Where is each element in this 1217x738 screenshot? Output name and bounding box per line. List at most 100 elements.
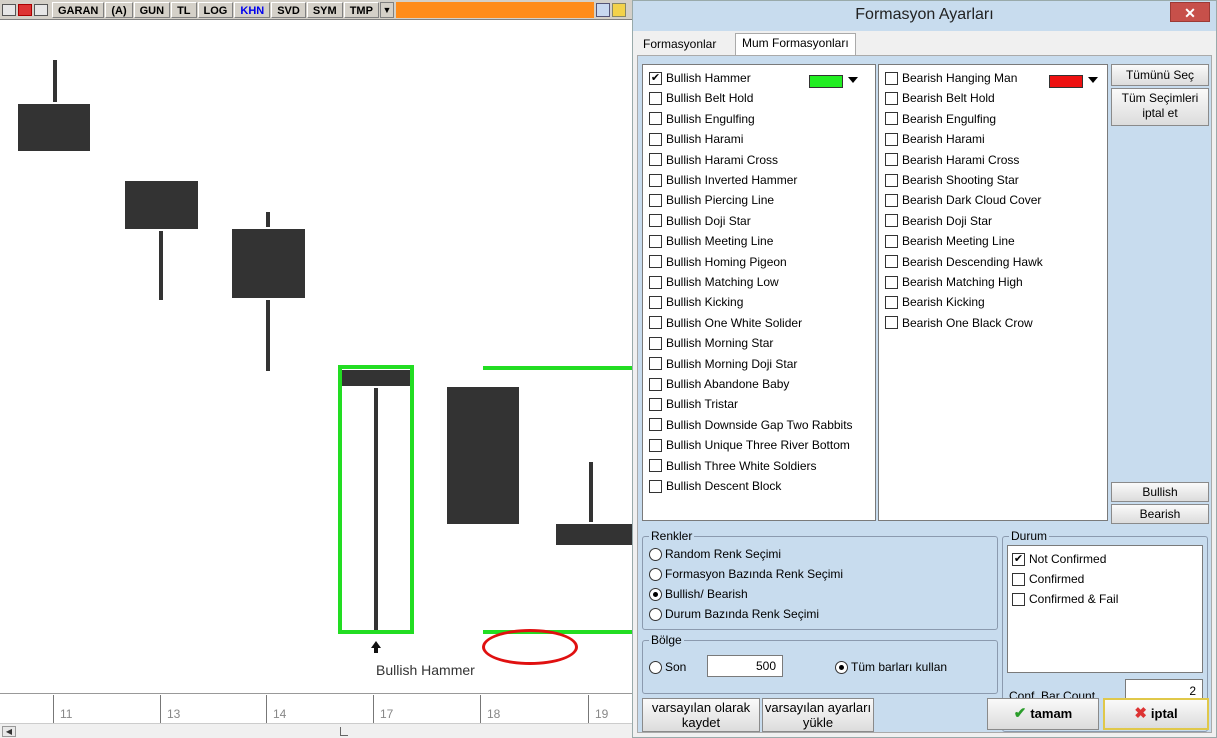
pattern-checkbox-item[interactable]: Bearish Dark Cloud Cover [885,191,1041,209]
toolbar-item-log[interactable]: LOG [197,1,234,18]
pattern-checkbox-item[interactable]: Bullish Unique Three River Bottom [649,436,850,454]
pattern-checkbox-item[interactable]: Bullish Kicking [649,293,743,311]
checkbox[interactable] [885,193,898,207]
checkbox[interactable] [885,316,898,330]
checkbox[interactable] [649,193,662,207]
symbol-button[interactable]: GARAN [52,1,105,18]
son-radio[interactable]: Son [649,658,686,676]
horizontal-scrollbar[interactable]: ◀ [0,723,632,738]
status-checkbox-item[interactable]: Not Confirmed [1012,550,1106,568]
checkbox[interactable] [649,377,662,391]
checkbox[interactable] [649,336,662,350]
pattern-checkbox-item[interactable]: Bearish Harami [885,130,985,148]
pattern-checkbox-item[interactable]: Bullish Downside Gap Two Rabbits [649,416,853,434]
pattern-checkbox-item[interactable]: Bullish Three White Soldiers [649,457,817,475]
toolbar-item-period[interactable]: GUN [133,1,171,18]
checkbox[interactable] [885,91,898,105]
pattern-checkbox-item[interactable]: Bullish Belt Hold [649,89,753,107]
toolbar-item-khn[interactable]: KHN [234,1,271,18]
dialog-titlebar[interactable]: Formasyon Ayarları ✕ [633,1,1216,31]
pattern-checkbox-item[interactable]: Bearish Engulfing [885,110,996,128]
checkbox[interactable] [885,112,898,126]
pattern-checkbox-item[interactable]: Bullish Tristar [649,395,738,413]
pattern-checkbox-item[interactable]: Bullish Meeting Line [649,232,773,250]
color-mode-radio[interactable]: Durum Bazında Renk Seçimi [649,605,819,623]
pattern-checkbox-item[interactable]: Bullish Inverted Hammer [649,171,797,189]
checkbox[interactable] [649,275,662,289]
save-defaults-button[interactable]: varsayılan olarak kaydet [642,698,760,732]
use-all-radio-button[interactable] [835,660,848,674]
pattern-checkbox-item[interactable]: Bearish Matching High [885,273,1023,291]
bearish-button[interactable]: Bearish [1111,504,1209,524]
pattern-checkbox-item[interactable]: Bullish Hammer [649,69,751,87]
checkbox[interactable] [885,71,898,85]
checkbox[interactable] [649,91,662,105]
pattern-checkbox-item[interactable]: Bullish Descent Block [649,477,781,495]
checkbox[interactable] [1012,592,1025,606]
checkbox[interactable] [1012,572,1025,586]
cancel-button[interactable]: ✖ iptal [1103,698,1209,730]
pattern-checkbox-item[interactable]: Bearish Doji Star [885,212,992,230]
pattern-checkbox-item[interactable]: Bearish One Black Crow [885,314,1033,332]
checkbox[interactable] [649,255,662,269]
status-checkbox-item[interactable]: Confirmed & Fail [1012,590,1118,608]
color-swatch[interactable] [1049,75,1083,88]
toolbar-item-sym[interactable]: SYM [306,1,343,18]
checkbox[interactable] [649,234,662,248]
checkbox[interactable] [885,234,898,248]
pattern-checkbox-item[interactable]: Bullish Engulfing [649,110,755,128]
deselect-all-button[interactable]: Tüm Seçimleri iptal et [1111,88,1209,126]
pattern-checkbox-item[interactable]: Bullish Doji Star [649,212,751,230]
status-list[interactable]: Not Confirmed Confirmed Confirmed & Fail [1007,545,1203,673]
pattern-checkbox-item[interactable]: Bearish Harami Cross [885,151,1019,169]
checkbox[interactable] [649,71,662,85]
checkbox[interactable] [885,173,898,187]
toolbar-item-currency[interactable]: TL [171,1,197,18]
pencil-icon[interactable] [612,2,626,17]
checkbox[interactable] [649,316,662,330]
chevron-down-icon[interactable]: ▼ [379,1,394,18]
bearish-pattern-list[interactable]: Bearish Hanging Man Bearish Belt Hold Bear… [878,64,1108,521]
checkbox[interactable] [1012,552,1025,566]
checkbox[interactable] [649,397,662,411]
pattern-checkbox-item[interactable]: Bearish Belt Hold [885,89,995,107]
refresh-icon[interactable] [596,2,610,17]
chart-type-icon[interactable] [0,2,52,18]
status-checkbox-item[interactable]: Confirmed [1012,570,1084,588]
checkbox[interactable] [649,173,662,187]
son-bar-count-input[interactable]: 500 [707,655,783,677]
pattern-checkbox-item[interactable]: Bullish Homing Pigeon [649,253,787,271]
bullish-pattern-list[interactable]: Bullish Hammer Bullish Belt Hold Bullish E… [642,64,876,521]
pattern-checkbox-item[interactable]: Bullish Harami Cross [649,151,778,169]
scroll-thumb[interactable] [340,727,348,736]
checkbox[interactable] [885,255,898,269]
close-button[interactable]: ✕ [1170,2,1210,22]
tab-formasyonlar[interactable]: Formasyonlar [637,35,723,55]
checkbox[interactable] [649,357,662,371]
son-radio-button[interactable] [649,660,662,674]
pattern-checkbox-item[interactable]: Bullish Piercing Line [649,191,774,209]
radio-button[interactable] [649,587,662,601]
pattern-checkbox-item[interactable]: Bullish Morning Doji Star [649,355,797,373]
toolbar-item-tmp[interactable]: TMP [343,1,379,18]
checkbox[interactable] [649,418,662,432]
checkbox[interactable] [885,153,898,167]
checkbox[interactable] [885,275,898,289]
pattern-checkbox-item[interactable]: Bullish Matching Low [649,273,779,291]
radio-button[interactable] [649,567,662,581]
pattern-checkbox-item[interactable]: Bullish Morning Star [649,334,773,352]
color-mode-radio[interactable]: Random Renk Seçimi [649,545,781,563]
bullish-button[interactable]: Bullish [1111,482,1209,502]
pattern-checkbox-item[interactable]: Bearish Descending Hawk [885,253,1043,271]
checkbox[interactable] [649,479,662,493]
chevron-down-icon[interactable] [1088,77,1098,83]
color-swatch[interactable] [809,75,843,88]
toolbar-item-svd[interactable]: SVD [271,1,306,18]
checkbox[interactable] [885,295,898,309]
pattern-checkbox-item[interactable]: Bullish Abandone Baby [649,375,789,393]
radio-button[interactable] [649,607,662,621]
pattern-checkbox-item[interactable]: Bearish Kicking [885,293,985,311]
chevron-down-icon[interactable] [848,77,858,83]
checkbox[interactable] [649,132,662,146]
pattern-checkbox-item[interactable]: Bearish Meeting Line [885,232,1015,250]
